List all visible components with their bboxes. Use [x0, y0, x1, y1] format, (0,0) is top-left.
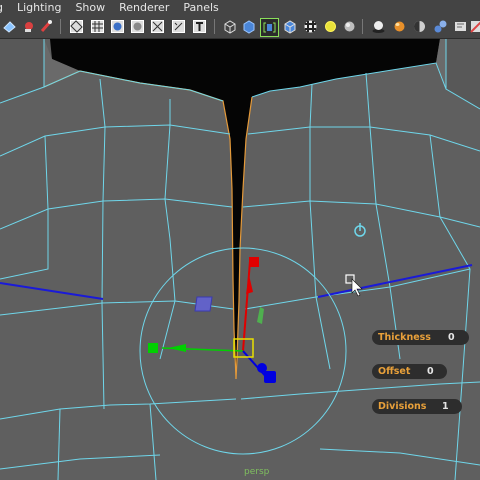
text-icon[interactable] [191, 18, 208, 35]
menu-bar: g Lighting Show Renderer Panels [0, 0, 480, 16]
panel-options-icon[interactable] [469, 18, 480, 35]
isolate-select-icon[interactable] [260, 18, 279, 37]
wireframe-on-shaded-icon[interactable] [68, 18, 85, 35]
use-lights-icon[interactable] [322, 18, 339, 35]
checker-icon[interactable] [302, 18, 319, 35]
camera-attributes-icon[interactable] [21, 18, 38, 35]
wireframe-cube-icon[interactable] [221, 18, 238, 35]
menu-lighting[interactable]: Lighting [10, 0, 68, 16]
default-light-icon[interactable] [341, 18, 358, 35]
flat-shade-icon[interactable] [129, 18, 146, 35]
textured-cube-icon[interactable] [281, 18, 298, 35]
hud-thickness[interactable]: Thickness 0 [372, 330, 469, 345]
uv-icon[interactable] [170, 18, 187, 35]
motion-blur-icon[interactable] [411, 18, 428, 35]
smooth-shade-icon[interactable] [109, 18, 126, 35]
shaded-cube-icon[interactable] [240, 18, 257, 35]
ambient-occlusion-icon[interactable] [391, 18, 408, 35]
shadows-icon[interactable] [370, 18, 387, 35]
select-camera-icon[interactable] [1, 18, 18, 35]
hud-offset[interactable]: Offset 0 [372, 364, 447, 379]
xray-icon[interactable] [149, 18, 166, 35]
hud-divisions[interactable]: Divisions 1 [372, 399, 462, 414]
hud-offset-label: Offset [378, 366, 411, 377]
anti-aliasing-icon[interactable] [432, 18, 449, 35]
camera-name-label: persp [244, 467, 270, 477]
hud-divisions-value[interactable]: 1 [442, 401, 449, 412]
depth-of-field-icon[interactable] [452, 18, 469, 35]
menu-view[interactable]: g [0, 0, 10, 16]
bookmark-icon[interactable] [38, 18, 55, 35]
perspective-viewport[interactable]: Thickness 0 Offset 0 Divisions 1 persp [0, 39, 480, 480]
menu-show[interactable]: Show [68, 0, 112, 16]
hud-thickness-value[interactable]: 0 [448, 332, 455, 343]
grid-icon[interactable] [89, 18, 106, 35]
hud-divisions-label: Divisions [378, 401, 427, 412]
menu-renderer[interactable]: Renderer [112, 0, 176, 16]
panel-toolbar [0, 16, 480, 39]
hud-offset-value[interactable]: 0 [427, 366, 434, 377]
menu-panels[interactable]: Panels [176, 0, 225, 16]
hud-thickness-label: Thickness [378, 332, 431, 343]
